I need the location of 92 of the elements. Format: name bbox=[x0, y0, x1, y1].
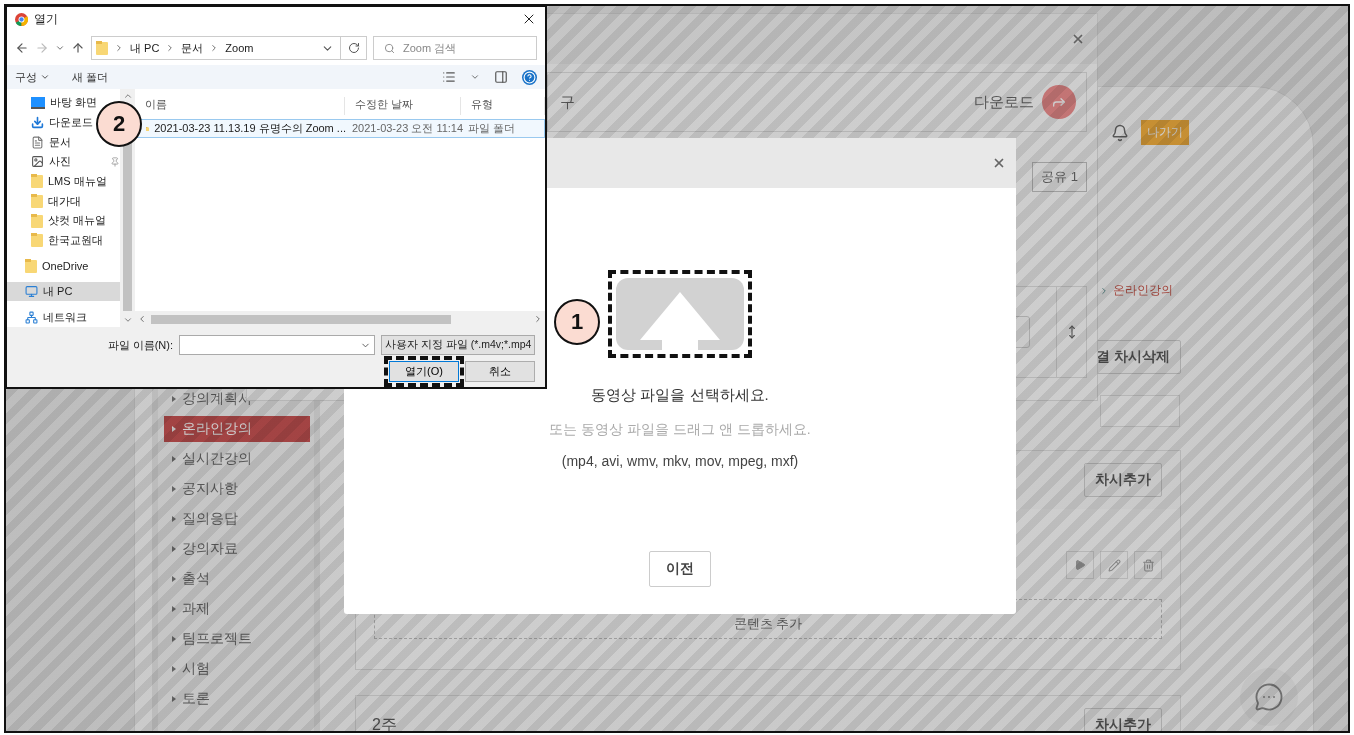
cancel-button[interactable]: 취소 bbox=[465, 361, 535, 382]
nav-item[interactable]: 샷컷 매뉴얼 bbox=[7, 210, 120, 231]
sidebar-item[interactable]: 과제 bbox=[164, 596, 310, 622]
folder-icon bbox=[31, 194, 43, 208]
chevron-down-icon[interactable] bbox=[55, 43, 65, 53]
sidebar-item[interactable]: 토론 bbox=[164, 686, 310, 712]
add-session-button[interactable]: 차시추가 bbox=[1084, 463, 1162, 497]
download-label: 다운로드 bbox=[974, 92, 1034, 112]
nav-item[interactable]: 사진 bbox=[7, 151, 120, 172]
sidebar-item[interactable]: 질의응답 bbox=[164, 506, 310, 532]
upload-dropzone[interactable] bbox=[608, 270, 752, 358]
format-list: (mp4, avi, wmv, mkv, mov, mpeg, mxf) bbox=[561, 453, 799, 469]
folder-icon bbox=[31, 174, 43, 189]
search-icon bbox=[384, 42, 395, 54]
desktop-icon bbox=[31, 96, 45, 109]
path-segment[interactable]: 내 PC bbox=[130, 40, 160, 56]
pin-icon bbox=[110, 156, 120, 167]
column-header[interactable]: 수정한 날짜 bbox=[345, 97, 461, 115]
chevron-icon bbox=[1099, 285, 1109, 296]
chat-bubble-icon bbox=[1254, 682, 1284, 712]
back-icon[interactable] bbox=[15, 41, 29, 55]
new-folder-button[interactable]: 새 폴더 bbox=[72, 69, 109, 85]
folder-icon bbox=[31, 233, 43, 248]
chrome-logo-icon bbox=[15, 12, 28, 26]
sidebar-item[interactable]: 실시간강의 bbox=[164, 446, 310, 472]
input-field[interactable] bbox=[1100, 395, 1180, 427]
organize-button[interactable]: 구성 bbox=[15, 69, 50, 85]
bell-icon[interactable] bbox=[1111, 123, 1129, 142]
trash-icon bbox=[1141, 558, 1155, 572]
add-session-button[interactable]: 차시추가 bbox=[1084, 708, 1162, 731]
path-segment[interactable]: Zoom bbox=[225, 42, 254, 54]
nav-item[interactable]: OneDrive bbox=[7, 256, 120, 276]
path-segment[interactable]: 문서 bbox=[181, 40, 204, 56]
play-icon bbox=[1074, 559, 1086, 571]
view-list-icon[interactable] bbox=[442, 70, 456, 84]
download-button[interactable] bbox=[1042, 85, 1076, 119]
file-type: 파일 폴더 bbox=[467, 121, 517, 136]
sidebar-item[interactable]: 팀프로젝트 bbox=[164, 626, 310, 652]
scroll-right-icon[interactable] bbox=[533, 314, 543, 324]
forward-icon[interactable] bbox=[35, 41, 49, 55]
caret-icon bbox=[40, 72, 50, 82]
preview-pane-icon[interactable] bbox=[494, 70, 508, 84]
delete-button[interactable] bbox=[1134, 551, 1162, 579]
nav-item[interactable]: LMS 매뉴얼 bbox=[7, 171, 120, 192]
week-title: 2주 bbox=[372, 714, 397, 731]
folder-icon bbox=[96, 41, 108, 55]
nav-item[interactable]: 대가대 bbox=[7, 191, 120, 211]
nav-item[interactable]: 내 PC bbox=[7, 281, 120, 302]
sidebar-item[interactable]: 온라인강의 bbox=[164, 416, 310, 442]
help-icon bbox=[523, 70, 536, 84]
upload-prompt: 동영상 파일을 선택하세요. bbox=[591, 386, 769, 405]
computer-icon bbox=[25, 285, 38, 299]
sidebar-item[interactable]: 시험 bbox=[164, 656, 310, 682]
scroll-left-icon[interactable] bbox=[137, 314, 147, 324]
sidebar-item[interactable]: 공지사항 bbox=[164, 476, 310, 502]
file-name: 2021-03-23 11.13.19 유명수의 Zoom ... bbox=[154, 121, 346, 136]
sidebar-item[interactable]: 출석 bbox=[164, 566, 310, 592]
edit-button[interactable] bbox=[1100, 551, 1128, 579]
nav-item[interactable]: 네트워크 bbox=[7, 307, 120, 328]
chevron-right-icon bbox=[114, 43, 124, 53]
document-icon bbox=[31, 135, 44, 149]
chevron-down-icon[interactable] bbox=[470, 72, 480, 82]
sidebar-item[interactable]: 강의자료 bbox=[164, 536, 310, 562]
up-icon[interactable] bbox=[71, 41, 85, 55]
file-date: 2021-03-23 오전 11:14 bbox=[351, 121, 462, 136]
upload-hint: 또는 동영상 파일을 드래그 앤 드롭하세요. bbox=[549, 421, 811, 439]
file-row[interactable]: 2021-03-23 11.13.19 유명수의 Zoom ... 2021-03-23 오전 11:14 파일 폴더 bbox=[135, 119, 545, 138]
scroll-down-icon[interactable] bbox=[122, 315, 133, 325]
search-field[interactable]: Zoom 검색 bbox=[373, 36, 537, 60]
folder-icon bbox=[31, 213, 43, 228]
back-button[interactable]: 이전 bbox=[649, 551, 711, 587]
folder-icon bbox=[25, 258, 37, 273]
nav-item[interactable]: 한국교원대 bbox=[7, 230, 120, 251]
picture-icon bbox=[31, 155, 44, 169]
refresh-icon bbox=[347, 42, 360, 54]
address-bar[interactable]: 내 PC 문서 Zoom bbox=[91, 36, 367, 60]
file-type-select[interactable]: 사용자 지정 파일 (*.m4v;*.mp4 bbox=[381, 335, 535, 355]
column-header[interactable]: 유형 bbox=[461, 97, 545, 115]
file-name-label: 파일 이름(N): bbox=[107, 337, 173, 353]
scrollbar[interactable] bbox=[135, 311, 545, 327]
network-icon bbox=[25, 310, 38, 324]
share-button[interactable]: 공유 1 bbox=[1032, 162, 1087, 192]
breadcrumb-item[interactable]: 온라인강의 bbox=[1113, 282, 1173, 299]
file-name-field[interactable] bbox=[179, 335, 375, 355]
download-arrow-icon bbox=[31, 115, 44, 129]
dialog-title: 구 bbox=[560, 92, 575, 112]
scroll-up-icon[interactable] bbox=[122, 91, 133, 101]
window-title: 열기 bbox=[34, 10, 59, 28]
play-button[interactable] bbox=[1066, 551, 1094, 579]
search-input[interactable]: Zoom 검색 bbox=[401, 41, 521, 55]
pencil-icon bbox=[1107, 558, 1121, 572]
help-button[interactable] bbox=[522, 69, 537, 85]
